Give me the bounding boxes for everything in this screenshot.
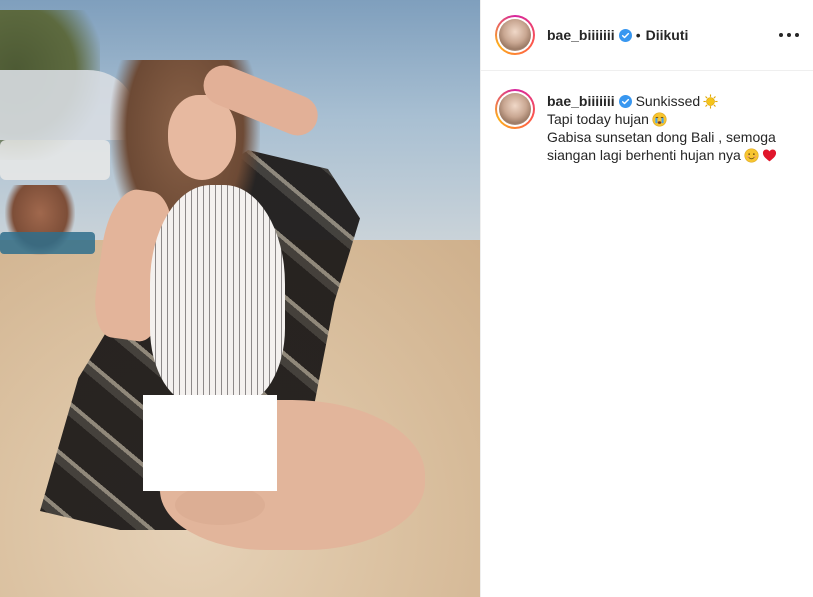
post-header: bae_biiiiiii • Diikuti xyxy=(481,0,813,71)
crying-face-icon xyxy=(652,112,667,127)
censor-box xyxy=(143,395,277,491)
post-caption: bae_biiiiiii Sunkissed Tapi today hujan … xyxy=(481,71,813,164)
caption-body: bae_biiiiiii Sunkissed Tapi today hujan … xyxy=(547,89,777,164)
post-side-panel: bae_biiiiiii • Diikuti bae_biiiiiii Sunk… xyxy=(480,0,813,597)
red-heart-icon xyxy=(762,149,776,162)
caption-line-3: Gabisa sunsetan dong Bali , semoga xyxy=(547,129,776,145)
caption-first-text: Sunkissed xyxy=(635,93,701,109)
caption-line-4: siangan lagi berhenti hujan nya xyxy=(547,147,741,163)
post-photo[interactable] xyxy=(0,0,480,597)
author-avatar-ring[interactable] xyxy=(495,15,535,55)
post-modal: bae_biiiiiii • Diikuti bae_biiiiiii Sunk… xyxy=(0,0,813,597)
separator-dot: • xyxy=(635,27,641,43)
caption-avatar-ring[interactable] xyxy=(495,89,535,129)
avatar xyxy=(499,19,531,51)
more-options-icon[interactable] xyxy=(779,27,799,43)
verified-badge-icon xyxy=(618,28,632,42)
sun-icon xyxy=(703,94,718,109)
follow-status-button[interactable]: Diikuti xyxy=(646,27,689,43)
author-username[interactable]: bae_biiiiiii xyxy=(547,27,615,43)
avatar xyxy=(499,93,531,125)
caption-username[interactable]: bae_biiiiiii xyxy=(547,93,615,109)
verified-badge-icon xyxy=(618,95,632,108)
caption-line-2: Tapi today hujan xyxy=(547,111,649,127)
smiling-face-icon xyxy=(744,148,759,163)
